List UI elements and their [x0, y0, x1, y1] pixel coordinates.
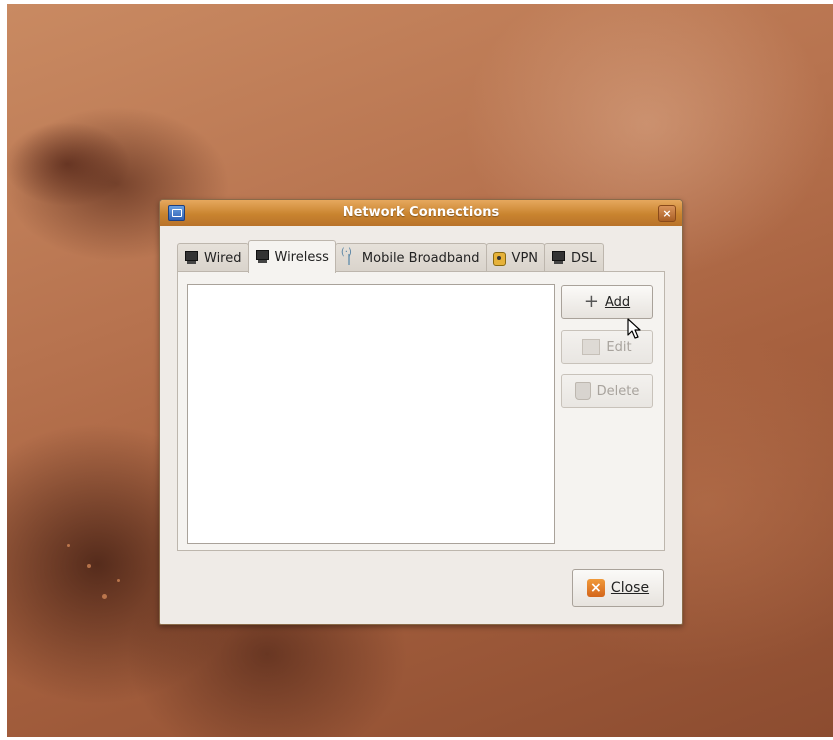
delete-button[interactable]: Delete [561, 374, 653, 408]
tab-dsl[interactable]: DSL [544, 243, 604, 272]
window-close-icon[interactable]: × [658, 205, 676, 222]
tab-label: VPN [511, 250, 539, 266]
edit-button-label: Edit [606, 339, 632, 355]
title-bar[interactable]: Network Connections × [160, 200, 682, 226]
connections-list[interactable] [187, 284, 555, 544]
close-icon: × [586, 579, 605, 597]
connection-type-tabs: Wired Wireless Mobile Broadband VPN DSL [177, 240, 604, 273]
vpn-lock-icon [492, 251, 506, 266]
wallpaper-speck [117, 579, 120, 582]
network-wireless-icon [255, 250, 269, 264]
trash-icon [574, 382, 591, 400]
tab-label: DSL [571, 250, 597, 266]
add-button-label: Add [604, 294, 631, 310]
tab-label: Wireless [274, 249, 329, 265]
delete-button-label: Delete [596, 383, 640, 399]
network-connections-window: Network Connections × Wired Wireless Mob… [159, 199, 683, 625]
close-button[interactable]: × Close [572, 569, 664, 607]
tab-label: Mobile Broadband [361, 250, 480, 266]
plus-icon: + [583, 291, 599, 312]
wallpaper-speck [102, 594, 107, 599]
close-button-label: Close [610, 580, 650, 596]
wallpaper-speck [67, 544, 70, 547]
tab-wireless[interactable]: Wireless [247, 240, 336, 273]
tab-label: Wired [204, 250, 242, 266]
tab-mobile-broadband[interactable]: Mobile Broadband [334, 243, 487, 272]
antenna-icon [341, 247, 356, 265]
wallpaper-speck [87, 564, 91, 568]
tab-vpn[interactable]: VPN [485, 243, 546, 272]
window-title: Network Connections [342, 205, 500, 220]
network-dsl-icon [551, 251, 566, 265]
network-wired-icon [184, 251, 198, 265]
wireless-tab-panel: + Add Edit Delete [177, 271, 665, 551]
add-button[interactable]: + Add [561, 285, 653, 319]
edit-icon [582, 339, 601, 355]
tab-wired[interactable]: Wired [177, 243, 249, 272]
